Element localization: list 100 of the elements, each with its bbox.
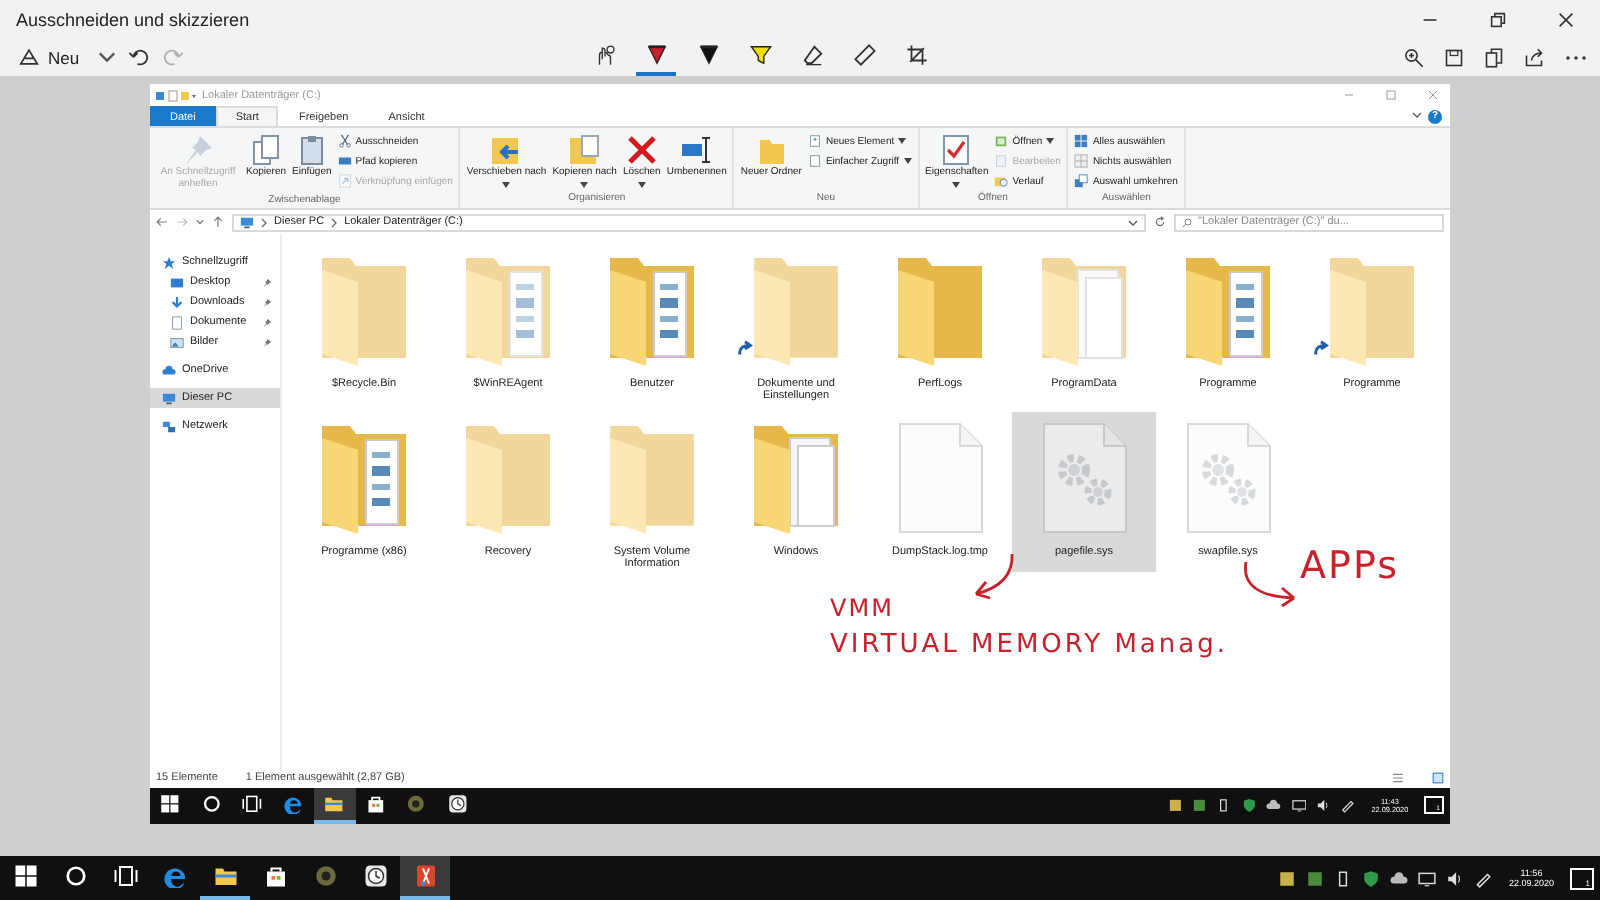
delete-icon <box>625 134 658 166</box>
folder-icon <box>894 254 986 366</box>
caret-icon <box>952 181 961 188</box>
restore-icon <box>1490 11 1506 27</box>
usb-drive-icon[interactable] <box>1334 869 1353 887</box>
invert-selection-icon <box>1074 174 1089 188</box>
shortcut-icon <box>337 174 352 188</box>
pen-icon <box>697 44 719 66</box>
highlighter-icon <box>749 44 771 66</box>
camera-icon <box>406 794 427 814</box>
new-item-icon <box>807 134 822 148</box>
taskbar-button[interactable] <box>400 856 450 900</box>
back-icon[interactable] <box>156 216 168 228</box>
folder-icon <box>755 134 788 166</box>
windows-logo-icon <box>160 794 181 814</box>
edit-icon <box>994 154 1009 168</box>
folder-icon <box>750 254 842 366</box>
caret-icon <box>637 181 646 188</box>
app-icon[interactable] <box>1278 869 1297 887</box>
camera-icon <box>313 864 337 888</box>
caret-icon <box>502 181 511 188</box>
refresh-icon[interactable] <box>1154 216 1166 228</box>
folder-icon <box>606 254 698 366</box>
handwritten-arrow <box>1240 560 1300 608</box>
monitor-icon[interactable] <box>1291 798 1306 814</box>
handwritten-note: APPs <box>1300 548 1399 586</box>
eraser-icon <box>801 44 823 66</box>
new-snip-menu-button[interactable] <box>97 48 116 66</box>
undo-icon[interactable] <box>127 46 150 68</box>
quick-access-toolbar-icon <box>156 89 196 101</box>
clock-icon <box>363 864 387 888</box>
gear-file-icon <box>1040 422 1128 534</box>
page-icon <box>807 154 822 168</box>
details-view-icon[interactable] <box>1392 772 1404 785</box>
speaker-icon[interactable] <box>1446 869 1465 887</box>
cloud-icon[interactable] <box>1266 798 1282 814</box>
scissors-icon <box>337 134 352 148</box>
pen-icon[interactable] <box>1474 869 1493 887</box>
large-icons-view-icon[interactable] <box>1432 772 1444 785</box>
cloud-icon[interactable] <box>1390 869 1409 887</box>
zoom-icon[interactable] <box>1404 47 1424 67</box>
computer-icon <box>240 215 254 229</box>
desktop-icon <box>170 275 184 289</box>
folder-icon <box>1182 254 1274 366</box>
network-icon <box>162 419 176 433</box>
taskbar-button[interactable] <box>314 787 355 824</box>
path-icon <box>337 154 352 168</box>
properties-icon <box>940 134 973 166</box>
folder-icon <box>1038 254 1130 366</box>
recent-locations-icon <box>196 218 204 226</box>
copy-icon <box>250 134 282 166</box>
handwritten-note: VIRTUAL MEMORY Manag. <box>830 632 1228 658</box>
pen-icon[interactable] <box>1340 798 1356 814</box>
star-icon <box>162 255 176 269</box>
window-title: Ausschneiden und skizzieren <box>16 9 252 29</box>
chevron-right-icon <box>260 217 268 227</box>
close-icon <box>1558 11 1574 27</box>
scissors-app-icon <box>413 864 437 888</box>
clipboard-icon <box>295 134 328 166</box>
clock-icon <box>447 794 468 814</box>
browser-icon <box>163 864 187 888</box>
shield-icon[interactable] <box>1241 798 1257 814</box>
up-icon[interactable] <box>212 216 224 228</box>
monitor-icon[interactable] <box>1418 869 1437 887</box>
usb-drive-icon[interactable] <box>1216 798 1232 814</box>
computer-icon <box>162 391 176 405</box>
folder-icon <box>606 422 698 534</box>
crop-icon <box>905 44 927 66</box>
app-icon[interactable] <box>1167 798 1183 814</box>
folder-icon <box>462 422 554 534</box>
share-icon[interactable] <box>1524 47 1544 67</box>
save-icon[interactable] <box>1444 47 1464 67</box>
task-view-icon <box>113 864 137 888</box>
folder-icon <box>750 422 842 534</box>
caret-icon <box>1046 138 1055 144</box>
browser-icon <box>283 794 304 814</box>
shield-icon[interactable] <box>1362 869 1381 887</box>
copy-icon[interactable] <box>1484 47 1504 67</box>
document-icon <box>170 315 184 329</box>
folder-icon <box>462 254 554 366</box>
chevron-right-icon <box>330 217 339 227</box>
search-icon <box>63 864 87 888</box>
search-icon <box>201 794 222 814</box>
touch-writing-icon <box>593 44 615 66</box>
speaker-icon[interactable] <box>1315 798 1331 814</box>
chevron-down-icon <box>97 48 116 66</box>
new-snip-button[interactable]: Neu <box>12 42 86 72</box>
dropdown-icon <box>1128 217 1138 227</box>
caret-icon <box>898 138 907 144</box>
folder-icon <box>213 864 237 888</box>
picture-icon <box>170 335 184 349</box>
gear-file-icon <box>1184 422 1272 534</box>
folder-icon <box>1326 254 1418 366</box>
close-icon[interactable] <box>1427 90 1437 100</box>
rename-icon <box>680 134 713 166</box>
folder-icon <box>318 254 410 366</box>
pen-icon <box>645 44 667 66</box>
handwritten-note: VMM <box>830 596 894 620</box>
folder-icon <box>318 422 410 534</box>
select-none-icon <box>1074 154 1089 168</box>
